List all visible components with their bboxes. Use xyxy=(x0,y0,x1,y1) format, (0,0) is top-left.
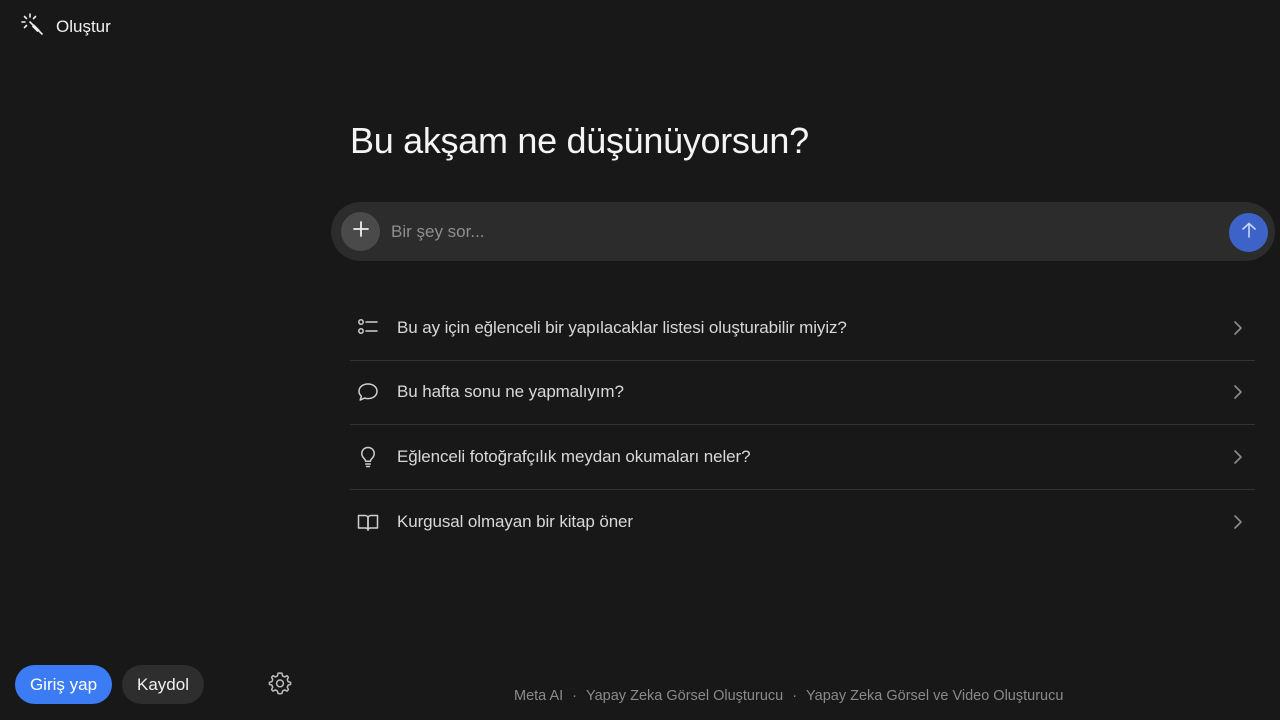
chevron-right-icon xyxy=(1234,320,1242,335)
chevron-right-icon xyxy=(1234,385,1242,400)
footer-separator: · xyxy=(572,688,578,704)
page: Oluştur Bu akşam ne düşünüyorsun? Bir şe… xyxy=(0,0,1280,720)
magic-wand-icon xyxy=(20,12,46,43)
checklist-icon xyxy=(350,316,386,340)
suggestion-text: Eğlenceli fotoğrafçılık meydan okumaları… xyxy=(397,446,751,466)
create-label: Oluştur xyxy=(56,17,111,36)
prompt-box xyxy=(331,202,1275,261)
suggestion-item[interactable]: Eğlenceli fotoğrafçılık meydan okumaları… xyxy=(350,425,1255,490)
suggestion-text: Kurgusal olmayan bir kitap öner xyxy=(397,511,633,531)
chat-bubble-icon xyxy=(350,380,386,404)
attach-button[interactable] xyxy=(341,212,380,251)
suggestion-list: Bu ay için eğlenceli bir yapılacaklar li… xyxy=(350,296,1255,554)
settings-button[interactable] xyxy=(266,671,294,699)
open-book-icon xyxy=(350,510,386,534)
chevron-right-icon xyxy=(1234,514,1242,529)
prompt-input[interactable] xyxy=(391,214,1211,250)
footer-links: Meta AI · Yapay Zeka Görsel Oluşturucu ·… xyxy=(514,686,1063,706)
plus-icon xyxy=(352,220,370,243)
chevron-right-icon xyxy=(1234,449,1242,464)
gear-icon xyxy=(268,671,292,700)
send-button[interactable] xyxy=(1229,213,1268,252)
create-button[interactable]: Oluştur xyxy=(20,12,111,43)
suggestion-item[interactable]: Kurgusal olmayan bir kitap öner xyxy=(350,490,1255,555)
signup-button[interactable]: Kaydol xyxy=(122,665,204,704)
arrow-up-icon xyxy=(1240,221,1258,244)
page-title: Bu akşam ne düşünüyorsun? xyxy=(350,120,809,161)
footer-link-meta-ai[interactable]: Meta AI xyxy=(514,688,563,704)
login-button[interactable]: Giriş yap xyxy=(15,665,112,704)
suggestion-text: Bu hafta sonu ne yapmalıyım? xyxy=(397,382,624,402)
footer-link-image-video-generator[interactable]: Yapay Zeka Görsel ve Video Oluşturucu xyxy=(806,688,1063,704)
footer-separator: · xyxy=(792,688,798,704)
lightbulb-icon xyxy=(350,445,386,469)
suggestion-text: Bu ay için eğlenceli bir yapılacaklar li… xyxy=(397,317,847,337)
suggestion-item[interactable]: Bu ay için eğlenceli bir yapılacaklar li… xyxy=(350,296,1255,361)
footer-link-image-generator[interactable]: Yapay Zeka Görsel Oluşturucu xyxy=(586,688,783,704)
suggestion-item[interactable]: Bu hafta sonu ne yapmalıyım? xyxy=(350,361,1255,425)
